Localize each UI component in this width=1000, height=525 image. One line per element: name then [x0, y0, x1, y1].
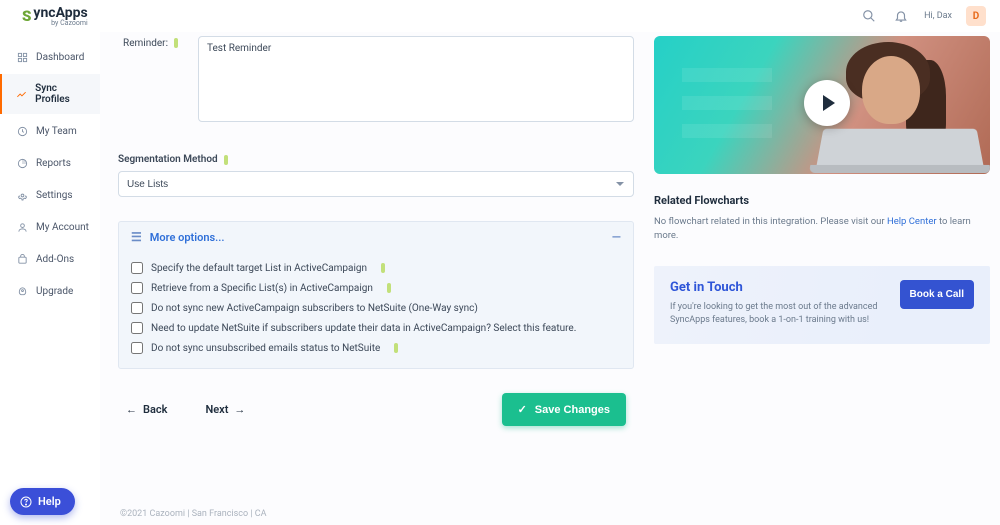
get-in-touch-text: If you're looking to get the most out of…: [670, 301, 890, 328]
brand-logo: S yncApps by Cazoomi: [14, 5, 88, 27]
option-row[interactable]: Do not sync unsubscribed emails status t…: [125, 338, 627, 358]
reminder-input[interactable]: Test Reminder: [198, 36, 634, 122]
search-icon[interactable]: [860, 7, 878, 25]
help-icon: [20, 496, 32, 508]
intro-video[interactable]: [654, 36, 990, 174]
hint-icon[interactable]: [387, 283, 391, 293]
sidebar: Dashboard Sync Profiles My Team Reports …: [0, 32, 100, 525]
team-icon: [16, 125, 28, 137]
sidebar-item-dashboard[interactable]: Dashboard: [0, 42, 100, 72]
hint-icon[interactable]: [381, 263, 385, 273]
more-options-panel: ☰ More options... — Specify the default …: [118, 221, 634, 369]
hint-icon[interactable]: [394, 343, 398, 353]
sidebar-item-label: My Account: [36, 222, 89, 233]
sidebar-item-label: My Team: [36, 126, 77, 137]
arrow-left-icon: ←: [126, 403, 137, 416]
sidebar-item-add-ons[interactable]: Add-Ons: [0, 244, 100, 274]
related-flowcharts-title: Related Flowcharts: [654, 194, 990, 207]
collapse-icon: —: [612, 230, 621, 244]
more-options-toggle[interactable]: ☰ More options... —: [119, 222, 633, 252]
get-in-touch-title: Get in Touch: [670, 280, 890, 295]
option-row[interactable]: Retrieve from a Specific List(s) in Acti…: [125, 278, 627, 298]
sidebar-item-reports[interactable]: Reports: [0, 148, 100, 178]
sidebar-item-my-team[interactable]: My Team: [0, 116, 100, 146]
related-flowcharts-text: No flowchart related in this integration…: [654, 215, 990, 244]
sidebar-item-label: Reports: [36, 158, 71, 169]
get-in-touch-card: Get in Touch If you're looking to get th…: [654, 266, 990, 344]
sidebar-item-label: Settings: [36, 190, 73, 201]
option-checkbox[interactable]: [131, 342, 143, 354]
option-label: Do not sync unsubscribed emails status t…: [151, 343, 380, 354]
back-button[interactable]: ← Back: [126, 403, 167, 416]
reminder-label: Reminder:: [118, 36, 178, 49]
help-widget[interactable]: Help: [10, 488, 75, 515]
next-label: Next: [205, 403, 228, 416]
segmentation-select[interactable]: Use Lists: [118, 171, 634, 197]
option-checkbox[interactable]: [131, 262, 143, 274]
logo-mark: S: [22, 7, 31, 25]
option-label: Specify the default target List in Activ…: [151, 263, 367, 274]
book-a-call-button[interactable]: Book a Call: [900, 280, 974, 309]
arrow-right-icon: →: [234, 403, 245, 416]
option-row[interactable]: Specify the default target List in Activ…: [125, 258, 627, 278]
hint-icon[interactable]: [174, 38, 178, 48]
footer-text: ©2021 Cazoomi | San Francisco | CA: [100, 509, 990, 525]
save-label: Save Changes: [535, 404, 610, 416]
segmentation-label: Segmentation Method: [118, 154, 634, 165]
sidebar-item-my-account[interactable]: My Account: [0, 212, 100, 242]
more-options-title: More options...: [150, 231, 604, 244]
help-label: Help: [38, 495, 61, 508]
option-checkbox[interactable]: [131, 302, 143, 314]
option-label: Retrieve from a Specific List(s) in Acti…: [151, 283, 373, 294]
avatar[interactable]: D: [966, 6, 986, 26]
list-icon: ☰: [131, 230, 142, 244]
option-label: Do not sync new ActiveCampaign subscribe…: [151, 303, 478, 314]
save-changes-button[interactable]: ✓ Save Changes: [502, 393, 626, 426]
upgrade-icon: [16, 285, 28, 297]
check-icon: ✓: [518, 403, 527, 416]
option-checkbox[interactable]: [131, 322, 143, 334]
option-row[interactable]: Need to update NetSuite if subscribers u…: [125, 318, 627, 338]
greeting-text: Hi, Dax: [924, 11, 952, 21]
option-checkbox[interactable]: [131, 282, 143, 294]
sidebar-item-label: Upgrade: [36, 286, 73, 297]
bell-icon[interactable]: [892, 7, 910, 25]
sidebar-item-label: Dashboard: [36, 52, 84, 63]
addons-icon: [16, 253, 28, 265]
sidebar-item-settings[interactable]: Settings: [0, 180, 100, 210]
dashboard-icon: [16, 51, 28, 63]
play-icon: [804, 80, 850, 126]
sidebar-item-label: Sync Profiles: [35, 83, 90, 105]
back-label: Back: [143, 403, 167, 416]
next-button[interactable]: Next →: [205, 403, 245, 416]
sidebar-item-upgrade[interactable]: Upgrade: [0, 276, 100, 306]
settings-icon: [16, 189, 28, 201]
option-label: Need to update NetSuite if subscribers u…: [151, 323, 576, 334]
sync-icon: [16, 88, 27, 100]
hint-icon[interactable]: [224, 155, 228, 165]
account-icon: [16, 221, 28, 233]
help-center-link[interactable]: Help Center: [887, 216, 937, 227]
option-row[interactable]: Do not sync new ActiveCampaign subscribe…: [125, 298, 627, 318]
sidebar-item-sync-profiles[interactable]: Sync Profiles: [0, 74, 100, 114]
reports-icon: [16, 157, 28, 169]
sidebar-item-label: Add-Ons: [36, 254, 74, 265]
